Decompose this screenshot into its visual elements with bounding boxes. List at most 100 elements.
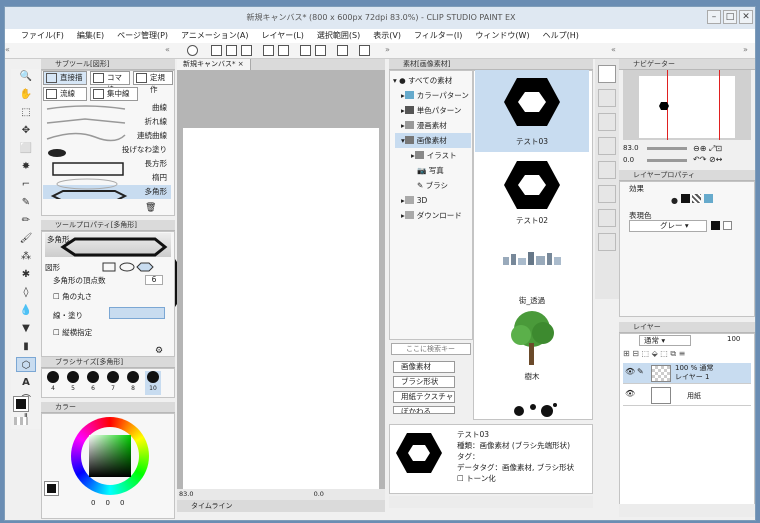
aspect-checkbox[interactable]: ☐ 縦横指定: [53, 327, 92, 338]
save-icon[interactable]: [241, 45, 252, 56]
redo-icon[interactable]: [278, 45, 289, 56]
tree-color-pattern[interactable]: ▸ カラーパターン: [401, 88, 469, 103]
material-search-input[interactable]: ここに検索キー: [391, 343, 471, 355]
fill-icon[interactable]: [315, 45, 326, 56]
tree-download[interactable]: ▸ ダウンロード: [401, 208, 462, 223]
color-square[interactable]: [89, 435, 131, 477]
panel-icon[interactable]: [598, 161, 616, 179]
menu-window[interactable]: ウィンドウ(W): [475, 29, 529, 43]
tree-image-material[interactable]: ▾ 画像素材: [395, 133, 471, 148]
close-button[interactable]: ✕: [739, 10, 753, 24]
menu-animation[interactable]: アニメーション(A): [181, 29, 248, 43]
auto-select-icon[interactable]: ✸: [16, 159, 36, 174]
gradient-icon[interactable]: ▮: [16, 339, 36, 354]
brush-size-10[interactable]: 10: [145, 371, 161, 395]
clip-studio-icon[interactable]: [187, 45, 198, 56]
material-item-city[interactable]: 街_透過: [475, 237, 589, 307]
rotate-buttons[interactable]: ↶↷ ⊘↔: [693, 155, 722, 164]
decoration-icon[interactable]: ✱: [16, 267, 36, 282]
eye-icon[interactable]: 👁: [625, 389, 635, 398]
material-item-test03[interactable]: テスト03: [475, 70, 589, 152]
menu-layer[interactable]: レイヤー(L): [261, 29, 303, 43]
panel-icon[interactable]: [598, 233, 616, 251]
zoom-slider[interactable]: [647, 147, 687, 150]
brush-size-8[interactable]: 8: [125, 371, 141, 395]
panel-icon[interactable]: [598, 65, 616, 83]
tree-illust[interactable]: ▸ イラスト: [411, 148, 457, 163]
panel-icon[interactable]: [598, 89, 616, 107]
color-wheel[interactable]: [71, 417, 149, 495]
shape-type-selector[interactable]: [101, 262, 161, 272]
open-icon[interactable]: [226, 45, 237, 56]
tag-image-material[interactable]: 画像素材: [393, 361, 455, 373]
tree-photo[interactable]: 📷 写真: [417, 163, 444, 178]
tree-brush[interactable]: ✎ ブラシ: [417, 178, 448, 193]
operation-tool-icon[interactable]: ⬚: [16, 105, 36, 120]
airbrush-icon[interactable]: ⁂: [16, 249, 36, 264]
canvas-page[interactable]: [183, 128, 379, 492]
expand-right-icon[interactable]: »: [743, 45, 755, 55]
timeline-tab[interactable]: タイムライン: [177, 500, 385, 512]
layer-row-1[interactable]: 👁 ✎ 100 % 通常 レイヤー 1: [623, 363, 751, 384]
text-tool-icon[interactable]: A: [16, 375, 36, 390]
tree-all-materials[interactable]: ▾ ● すべての素材: [393, 73, 452, 88]
effect-buttons[interactable]: ●: [671, 194, 741, 206]
menu-edit[interactable]: 編集(E): [77, 29, 104, 43]
eraser-icon[interactable]: ◊: [16, 285, 36, 300]
expand-canvas-icon[interactable]: »: [385, 45, 397, 55]
minimize-button[interactable]: –: [707, 10, 721, 24]
panel-icon[interactable]: [598, 113, 616, 131]
fill-tool-icon[interactable]: ▼: [16, 321, 36, 336]
brush-size-5[interactable]: 5: [65, 371, 81, 395]
selection-tool-icon[interactable]: ⬜: [16, 141, 36, 156]
panel-icon[interactable]: [598, 185, 616, 203]
deselect-icon[interactable]: [359, 45, 370, 56]
line-fill-selector[interactable]: [109, 307, 165, 319]
rotate-slider[interactable]: [647, 159, 687, 162]
tree-manga-material[interactable]: ▸ 漫画素材: [401, 118, 447, 133]
move-tool-icon[interactable]: ✥: [16, 123, 36, 138]
maximize-button[interactable]: □: [723, 10, 737, 24]
tag-more[interactable]: ぼかわる: [393, 406, 455, 414]
figure-tool-icon[interactable]: ⬡: [16, 357, 36, 372]
main-color-swatch[interactable]: [13, 396, 29, 412]
brush-size-7[interactable]: 7: [105, 371, 121, 395]
opacity-value[interactable]: 100: [727, 335, 740, 343]
material-item-tree[interactable]: 樹木: [475, 307, 589, 387]
panel-icon[interactable]: [598, 209, 616, 227]
subtool-delete-icon[interactable]: 🗑: [145, 203, 156, 213]
collapse-left-icon[interactable]: «: [5, 45, 25, 55]
tab-frame[interactable]: コマ枠: [90, 71, 130, 94]
transform-icon[interactable]: [337, 45, 348, 56]
color-black-swatch[interactable]: [711, 221, 720, 230]
transparent-swatch[interactable]: [14, 417, 28, 425]
menu-filter[interactable]: フィルター(I): [414, 29, 462, 43]
canvas-area[interactable]: [177, 70, 385, 492]
canvas-tab[interactable]: 新規キャンバス* ×: [177, 59, 251, 70]
brush-tool-icon[interactable]: 🖌: [16, 231, 36, 246]
rounded-checkbox[interactable]: ☐ 角の丸さ: [53, 291, 92, 302]
zoom-tool-icon[interactable]: 🔍: [16, 69, 36, 84]
tab-focus-line[interactable]: 集中線: [90, 87, 138, 101]
collapse-tool-icon[interactable]: «: [165, 45, 177, 55]
layer-toolbar[interactable]: ⊞ ⊟ ⬚ ⬙ ⬚ ⧉ ≡: [623, 349, 751, 361]
tag-paper-texture[interactable]: 用紙テクスチャ: [393, 391, 455, 403]
color-mode-select[interactable]: グレー ▾: [629, 220, 707, 232]
layer-row-paper[interactable]: 👁 用紙: [623, 385, 751, 406]
tab-direct-draw[interactable]: 直接描: [43, 71, 87, 85]
navigator-view[interactable]: [623, 70, 751, 140]
clear-icon[interactable]: [300, 45, 311, 56]
zoom-buttons[interactable]: ⊖⊕ ⤢⊡: [693, 144, 722, 154]
hand-tool-icon[interactable]: ✋: [16, 87, 36, 102]
vertices-input[interactable]: 6: [145, 275, 163, 285]
undo-icon[interactable]: [263, 45, 274, 56]
brush-size-4[interactable]: 4: [45, 371, 61, 395]
tab-stream-line[interactable]: 流線: [43, 87, 87, 101]
eye-icon[interactable]: 👁: [625, 367, 635, 376]
menu-help[interactable]: ヘルプ(H): [543, 29, 579, 43]
new-icon[interactable]: [211, 45, 222, 56]
blend-mode-select[interactable]: 通常 ▾: [639, 335, 691, 346]
tree-mono-pattern[interactable]: ▸ 単色パターン: [401, 103, 461, 118]
tree-3d[interactable]: ▸ 3D: [401, 193, 427, 208]
brush-size-6[interactable]: 6: [85, 371, 101, 395]
